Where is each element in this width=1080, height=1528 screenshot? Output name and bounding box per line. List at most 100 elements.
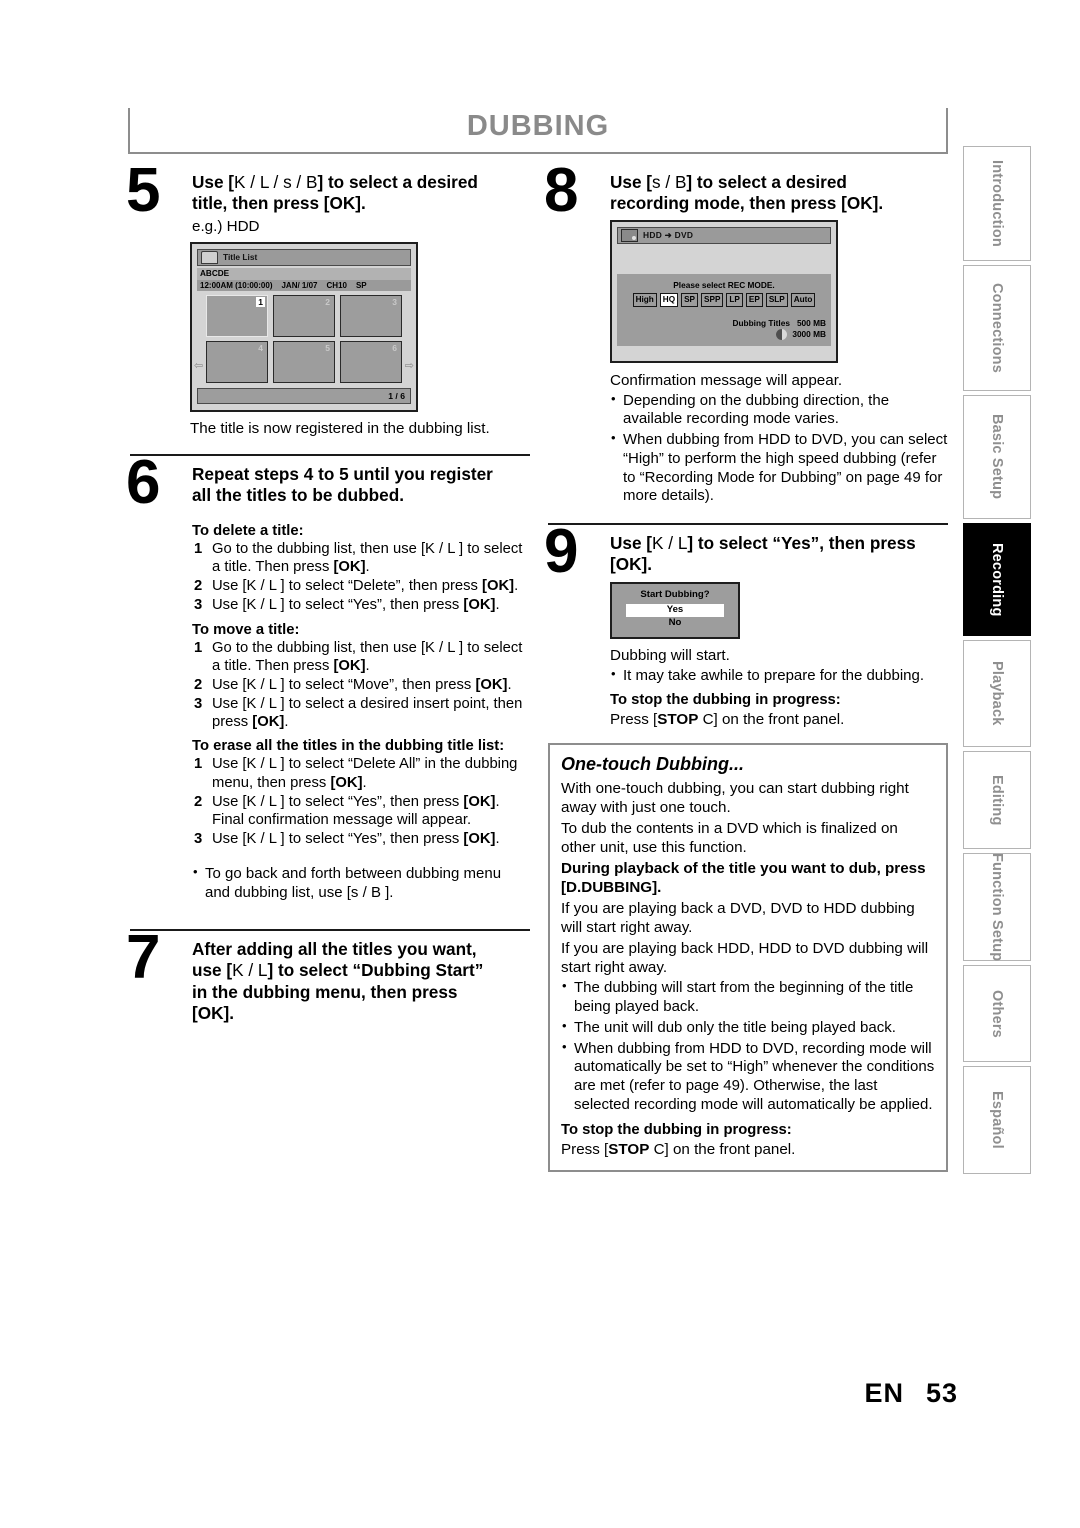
- tab-label: Español: [989, 1091, 1005, 1149]
- rec-mode-option-spp[interactable]: SPP: [701, 292, 724, 307]
- dialog-no-option[interactable]: No: [626, 617, 724, 630]
- step-7-title-line3: in the dubbing menu, then press: [192, 981, 458, 1002]
- osd-start-dubbing-dialog: Start Dubbing? Yes No: [610, 581, 740, 639]
- rec-mode-prompt: Please select REC MODE.: [673, 279, 775, 290]
- step-8-title-prefix: Use [: [610, 172, 653, 192]
- step-6-number: 6: [126, 448, 160, 518]
- delete-step-item-number: 1: [194, 540, 203, 557]
- delete-step-item-number: 2: [194, 578, 203, 595]
- tab-editing[interactable]: Editing: [963, 751, 1031, 849]
- step-5-title: Use [K / L / s / B] to select a desired …: [192, 172, 530, 215]
- title-list-meta: 12:00AM (10:00:00) JAN/ 1/07 CH10 SP: [197, 279, 411, 292]
- step-5: 5 Use [K / L / s / B] to select a desire…: [126, 160, 530, 236]
- title-list-mode: SP: [355, 280, 367, 290]
- step-7-title-line1: After adding all the titles you want,: [192, 938, 477, 959]
- step-6-title-line2: all the titles to be dubbed.: [192, 485, 404, 506]
- title-list-thumbnail-grid: 1 2 3 4 5 6: [197, 295, 411, 384]
- title-thumbnail-index: 5: [325, 343, 330, 354]
- tab-label: Others: [989, 989, 1005, 1038]
- document-page: DUBBING 5 Use [K / L / s / B] to select …: [0, 0, 1080, 1528]
- page-footer: EN 53: [0, 1378, 1080, 1409]
- dubbing-titles-label: Dubbing Titles: [732, 317, 790, 328]
- remaining-size: 3000 MB: [792, 329, 826, 340]
- right-column: 8 Use [s / B] to select a desired record…: [544, 160, 948, 1172]
- title-thumbnail[interactable]: 6: [340, 341, 402, 384]
- hdd-icon: [201, 250, 218, 264]
- dialog-yes-option[interactable]: Yes: [626, 603, 724, 617]
- step-7-number: 7: [126, 922, 160, 992]
- move-step-item: 1 Go to the dubbing list, then use [K / L…: [194, 639, 523, 674]
- rec-mode-option-hq[interactable]: HQ: [659, 292, 679, 307]
- step-7-title-line2b: ] to select “Dubbing Start”: [267, 960, 484, 981]
- one-touch-p1: With one-touch dubbing, you can start du…: [561, 780, 909, 817]
- tab-connections[interactable]: Connections: [963, 265, 1031, 391]
- title-list-title-name: ABCDE: [200, 268, 230, 278]
- one-touch-stop-a: Press [: [561, 1140, 609, 1158]
- title-thumbnail[interactable]: 4: [206, 341, 268, 384]
- step-9-stop-text: Press [STOP C] on the front panel.: [610, 710, 948, 729]
- tab-introduction[interactable]: Introduction: [963, 146, 1031, 261]
- page-header: DUBBING: [128, 108, 948, 154]
- one-touch-stop-text: Press [STOP C] on the front panel.: [561, 1140, 935, 1159]
- rec-mode-option-sp[interactable]: SP: [681, 292, 699, 307]
- rec-mode-option-slp[interactable]: SLP: [765, 292, 788, 307]
- title-thumbnail[interactable]: 5: [273, 341, 335, 384]
- erase-step-item: 2 Use [K / L ] to select “Yes”, then pres…: [194, 793, 500, 828]
- step-6-title-line1: Repeat steps 4 to 5 until you register: [192, 464, 493, 485]
- step-8-bullet: When dubbing from HDD to DVD, you can se…: [610, 430, 948, 506]
- one-touch-p5: If you are playing back HDD, HDD to DVD …: [561, 940, 929, 977]
- rec-mode-panel: Please select REC MODE. High HQ SP SPP LP EP S…: [617, 273, 831, 346]
- left-column: 5 Use [K / L / s / B] to select a desire…: [126, 160, 530, 1026]
- tab-basic-setup[interactable]: Basic Setup: [963, 395, 1031, 519]
- rec-mode-option-ep[interactable]: EP: [745, 292, 763, 307]
- title-thumbnail[interactable]: 3: [340, 295, 402, 338]
- arrow-right-icon[interactable]: ⇨: [405, 359, 414, 372]
- tab-label: Introduction: [989, 160, 1005, 247]
- title-thumbnail-index: 3: [392, 297, 397, 308]
- tab-espa-ol[interactable]: Español: [963, 1066, 1031, 1174]
- page-title: DUBBING: [466, 110, 610, 142]
- title-list-page-indicator: 1 / 6: [197, 388, 411, 405]
- osd-rec-mode-screen: HDD ➜ DVD Please select REC MODE. High HQ…: [610, 219, 838, 363]
- erase-step-item-number: 2: [194, 793, 203, 810]
- rec-mode-option-lp[interactable]: LP: [726, 292, 743, 307]
- one-touch-stop-heading: To stop the dubbing in progress:: [561, 1121, 792, 1138]
- move-step-item-number: 2: [194, 676, 203, 693]
- footer-page-number: 53: [925, 1378, 958, 1408]
- tab-label: Function Setup: [989, 852, 1005, 962]
- delete-title-steps: 1 Go to the dubbing list, then use [K / L…: [192, 540, 530, 615]
- step-7-title-line2a: use [: [192, 960, 233, 981]
- arrow-left-icon[interactable]: ⇦: [194, 359, 203, 372]
- rec-mode-option-high[interactable]: High: [632, 292, 657, 307]
- rec-mode-header-bar: HDD ➜ DVD: [617, 226, 831, 244]
- dubbing-titles-row: Dubbing Titles 500 MB: [622, 318, 826, 328]
- step-9-title: Use [K / L] to select “Yes”, then press …: [610, 533, 948, 576]
- divider-step-9: [548, 523, 948, 526]
- tab-playback[interactable]: Playback: [963, 640, 1031, 747]
- step-8-title: Use [s / B] to select a desired recordin…: [610, 172, 948, 215]
- title-thumbnail[interactable]: 2: [273, 295, 335, 338]
- tab-function-setup[interactable]: Function Setup: [963, 853, 1031, 961]
- step-9-stop-key: STOP: [657, 711, 699, 729]
- step-6-note: To go back and forth between dubbing men…: [192, 864, 530, 903]
- move-step-item-number: 1: [194, 639, 203, 656]
- tab-recording[interactable]: Recording: [963, 523, 1031, 636]
- rec-mode-option-auto[interactable]: Auto: [790, 292, 816, 307]
- step-6-title: Repeat steps 4 to 5 until you register a…: [192, 464, 530, 507]
- title-thumbnail-index: 6: [392, 343, 397, 354]
- step-7: 7 After adding all the titles you want, …: [126, 926, 530, 1024]
- step-5-title-line2: title, then press [OK].: [192, 193, 366, 214]
- delete-title-heading: To delete a title:: [192, 522, 304, 539]
- step-8-bullets: Depending on the dubbing direction, the …: [610, 391, 948, 507]
- one-touch-heading: One-touch Dubbing...: [561, 754, 744, 775]
- title-list-channel: CH10: [326, 280, 347, 290]
- tab-label: Editing: [989, 774, 1005, 826]
- tab-others[interactable]: Others: [963, 965, 1031, 1062]
- step-6: 6 Repeat steps 4 to 5 until you register…: [126, 452, 530, 903]
- step-9: 9 Use [K / L] to select “Yes”, then pres…: [544, 521, 948, 729]
- one-touch-bullet: The dubbing will start from the beginnin…: [561, 978, 935, 1017]
- tab-label: Connections: [989, 282, 1005, 373]
- erase-all-steps: 1 Use [K / L ] to select “Delete All” in …: [192, 755, 530, 848]
- title-thumbnail[interactable]: 1: [206, 295, 268, 338]
- dubbing-titles-size: 500 MB: [796, 317, 826, 328]
